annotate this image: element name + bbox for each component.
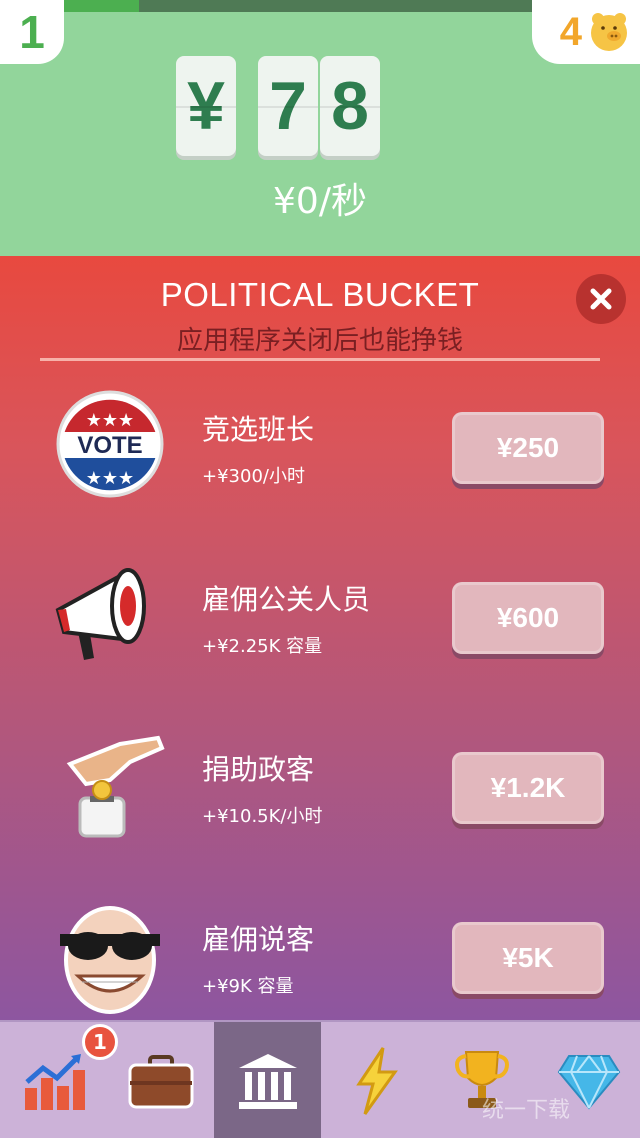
upgrade-item: 捐助政客 +¥10.5K/小时 ¥1.2K [0,724,640,874]
item-detail: +¥300/小时 [202,466,305,487]
item-detail: +¥9K 容量 [202,976,294,997]
money-digit-currency: ¥ [176,56,236,156]
tab-government[interactable] [214,1022,321,1138]
watermark: 统一下载 [482,1098,571,1123]
upgrade-item: VOTE ★★★ ★★★ 竞选班长 +¥300/小时 ¥250 [0,384,640,534]
item-name: 雇佣说客 [202,923,315,956]
political-bucket-panel: POLITICAL BUCKET 应用程序关闭后也能挣钱 VOTE ★★★ ★★… [0,256,640,1020]
panel-divider [40,358,600,361]
upgrade-item: 雇佣公关人员 +¥2.25K 容量 ¥600 [0,554,640,704]
coin-badge[interactable]: 4 [532,0,640,64]
item-name: 雇佣公关人员 [202,583,371,616]
tab-boosts[interactable] [321,1022,428,1138]
vote-badge-icon: VOTE ★★★ ★★★ [56,390,164,498]
close-button[interactable] [576,274,626,324]
income-rate: ¥0/秒 [273,181,367,222]
svg-text:★★★: ★★★ [86,410,134,431]
money-digit: 8 [320,56,380,156]
svg-text:VOTE: VOTE [77,432,142,459]
donation-hand-icon [66,735,165,838]
lobbyist-face-icon [60,906,160,1014]
panel-subtitle: 应用程序关闭后也能挣钱 [176,326,463,356]
panel-title: POLITICAL BUCKET [160,276,480,313]
level-badge[interactable]: 1 [0,0,64,64]
item-detail: +¥10.5K/小时 [202,806,323,827]
item-name: 捐助政客 [202,753,315,786]
buy-button[interactable]: ¥5K [452,922,604,994]
lightning-icon [355,1047,398,1115]
megaphone-icon [55,568,146,660]
close-icon [590,288,612,310]
money-digit: 7 [258,56,318,156]
coin-count: 4 [559,9,582,54]
svg-text:★★★: ★★★ [86,468,134,489]
level-progress-bar [64,0,532,12]
item-detail: +¥2.25K 容量 [202,636,323,657]
briefcase-icon [128,1055,193,1109]
level-progress-fill [64,0,139,12]
bank-icon [238,1054,297,1109]
pig-coin-icon [591,13,627,51]
tab-business[interactable] [107,1022,214,1138]
buy-button[interactable]: ¥1.2K [452,752,604,824]
item-name: 竞选班长 [202,413,315,446]
buy-button[interactable]: ¥600 [452,582,604,654]
chart-icon [24,1054,85,1110]
header-area: 1 4 ¥ 7 8 ¥0/秒 [0,0,640,256]
buy-button[interactable]: ¥250 [452,412,604,484]
